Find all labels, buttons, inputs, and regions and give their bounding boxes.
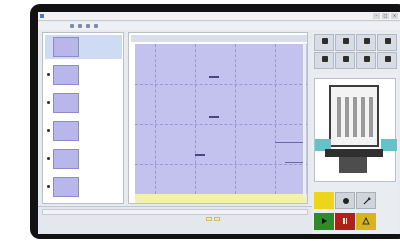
layers-icon <box>364 56 370 62</box>
machine-column <box>369 97 373 137</box>
region-marker <box>209 76 219 78</box>
canvas-tabstrip <box>131 35 307 42</box>
region-marker <box>195 154 205 156</box>
record-icon <box>343 198 349 204</box>
title-bar: – □ × <box>38 12 400 21</box>
stop-button[interactable] <box>335 213 355 230</box>
toolbar <box>38 22 400 30</box>
thumbnail-list <box>42 32 124 204</box>
start-button[interactable] <box>314 213 334 230</box>
thumbnail-image <box>53 37 79 57</box>
thumbnail-item[interactable] <box>45 119 122 143</box>
machine-frame <box>329 85 379 147</box>
warning-button[interactable] <box>356 213 376 230</box>
step-line <box>285 162 303 163</box>
bullet-icon <box>47 129 50 132</box>
undo-icon[interactable] <box>70 24 74 28</box>
thumbnail-item[interactable] <box>45 35 122 59</box>
editor-canvas[interactable] <box>128 32 308 204</box>
yellow-band <box>135 194 307 203</box>
bullet-icon <box>47 101 50 104</box>
thumbnail-image <box>53 65 79 85</box>
redo-icon[interactable] <box>78 24 82 28</box>
machine-column <box>337 97 341 137</box>
machine-diagram <box>314 78 397 182</box>
thumbnail-image <box>53 149 79 169</box>
document-icon <box>343 38 349 44</box>
tool-button[interactable] <box>314 34 334 51</box>
thumbnail-item[interactable] <box>45 91 122 115</box>
tool-button[interactable] <box>377 34 397 51</box>
thumbnail-item[interactable] <box>45 175 122 199</box>
thumbnail-image <box>53 93 79 113</box>
window-controls: – □ × <box>373 13 398 19</box>
vertical-ruler <box>303 43 306 198</box>
maximize-icon[interactable]: □ <box>382 13 389 19</box>
close-icon[interactable]: × <box>391 13 398 19</box>
thumbnail-item[interactable] <box>45 63 122 87</box>
teal-block <box>381 139 397 151</box>
wrench-icon <box>363 197 371 205</box>
grid-line <box>195 44 196 194</box>
bullet-icon <box>47 157 50 160</box>
pin-icon <box>343 56 349 62</box>
region-marker <box>209 116 219 118</box>
tool-button[interactable] <box>335 52 355 69</box>
machine-column <box>345 97 349 137</box>
grid-line <box>235 44 236 194</box>
layout-area[interactable] <box>135 44 307 194</box>
thumbnail-image <box>53 177 79 197</box>
right-panel <box>312 32 398 234</box>
machine-column <box>353 97 357 137</box>
minimize-icon[interactable]: – <box>373 13 380 19</box>
grid-icon <box>385 56 391 62</box>
mode-tab[interactable] <box>206 217 212 221</box>
warning-icon <box>362 217 370 225</box>
open-icon[interactable] <box>94 24 98 28</box>
display-icon <box>385 38 391 44</box>
status-row <box>42 209 308 215</box>
grid-line <box>135 124 307 125</box>
tool-button[interactable] <box>314 52 334 69</box>
thumbnail-item[interactable] <box>45 147 122 171</box>
mode-tabs <box>206 217 220 221</box>
monitor-icon <box>364 38 370 44</box>
grid-line <box>155 44 156 194</box>
bullet-icon <box>47 185 50 188</box>
machine-base <box>325 149 383 157</box>
bullet-icon <box>47 73 50 76</box>
step-line <box>275 142 303 143</box>
thumbnail-image <box>53 121 79 141</box>
record-button[interactable] <box>335 192 355 209</box>
print-icon <box>322 38 328 44</box>
machine-arm <box>339 157 367 173</box>
tool-setup-button[interactable] <box>356 192 376 209</box>
tool-button[interactable] <box>356 34 376 51</box>
tool-button[interactable] <box>356 52 376 69</box>
grid-line <box>275 44 276 194</box>
bottom-bar <box>38 206 312 234</box>
play-icon <box>322 218 327 224</box>
option-row[interactable] <box>314 72 396 77</box>
grid-line <box>135 84 307 85</box>
grid-line <box>135 164 307 165</box>
app-icon <box>40 14 44 18</box>
gear-icon <box>322 56 328 62</box>
save-icon[interactable] <box>86 24 90 28</box>
mode-tab[interactable] <box>214 217 220 221</box>
machine-column <box>361 97 365 137</box>
tool-button[interactable] <box>377 52 397 69</box>
yellow-button[interactable] <box>314 192 334 209</box>
app-window: – □ × <box>38 12 400 234</box>
tool-button[interactable] <box>335 34 355 51</box>
stop-icon <box>343 218 347 224</box>
